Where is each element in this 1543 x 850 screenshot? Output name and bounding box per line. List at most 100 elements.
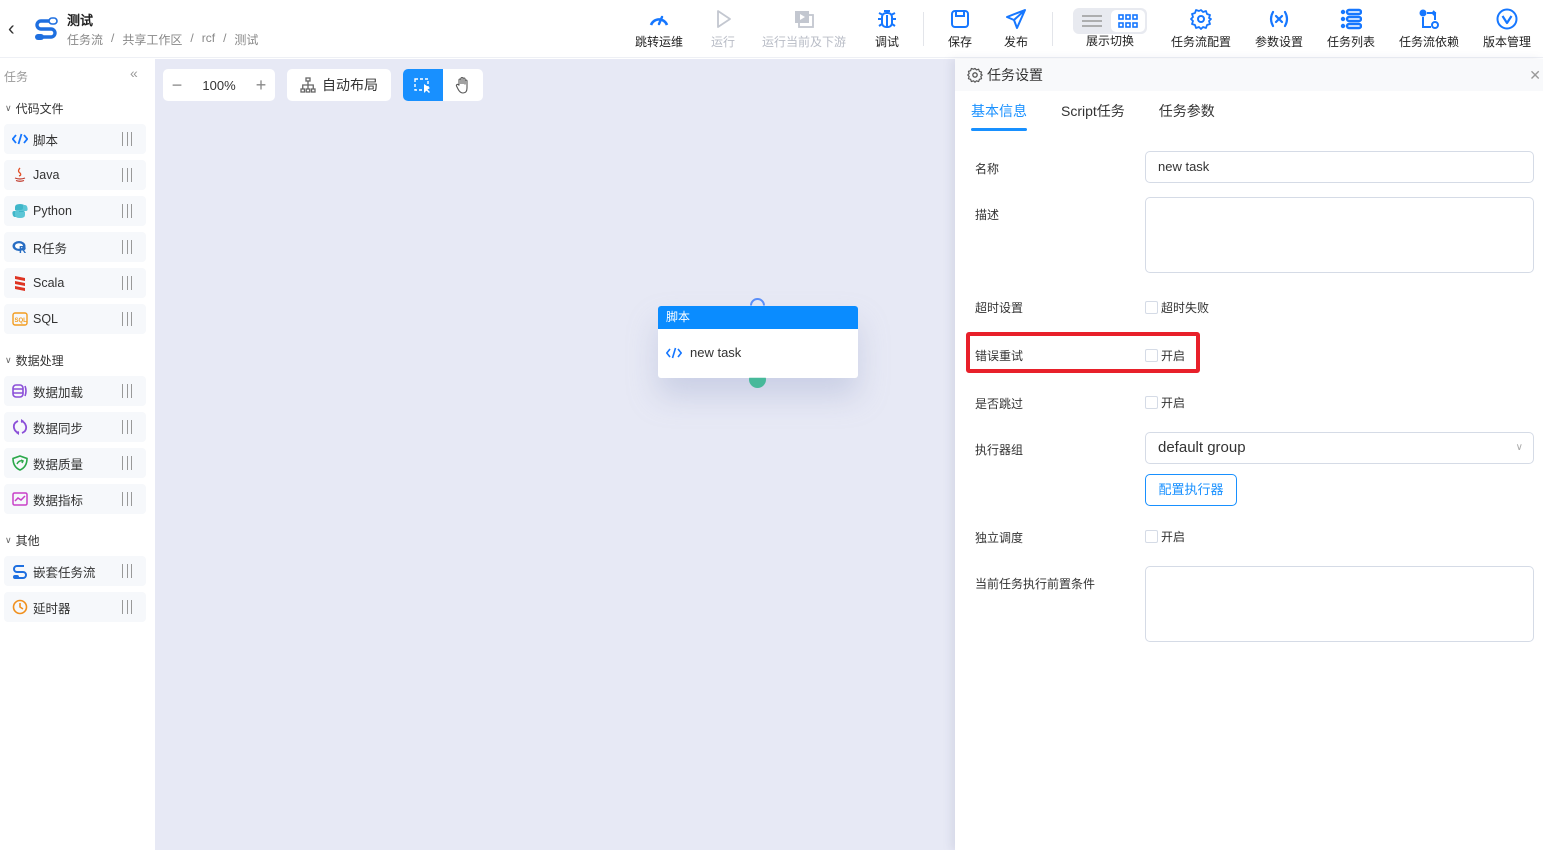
group-code-files[interactable]: ∨ 代码文件 xyxy=(5,100,64,117)
independent-schedule-checkbox[interactable]: 开启 xyxy=(1145,528,1185,545)
canvas-mode-switch xyxy=(403,69,483,101)
display-switch-label: 展示切换 xyxy=(1086,34,1135,48)
executor-group-label: 执行器组 xyxy=(975,443,1024,457)
drag-handle-icon[interactable] xyxy=(122,384,132,398)
flow-canvas[interactable]: − 100% + 自动布局 脚本 new task xyxy=(155,59,955,850)
task-list-button[interactable]: 任务列表 xyxy=(1327,8,1375,50)
sql-icon: SQL xyxy=(12,311,28,327)
publish-button[interactable]: 发布 xyxy=(1004,8,1028,50)
flow-config-button[interactable]: 任务流配置 xyxy=(1171,8,1231,50)
svg-text:R: R xyxy=(19,245,27,254)
drag-handle-icon[interactable] xyxy=(122,456,132,470)
drag-handle-icon[interactable] xyxy=(122,240,132,254)
tab-task-params[interactable]: 任务参数 xyxy=(1159,101,1215,129)
group-data-processing[interactable]: ∨ 数据处理 xyxy=(5,352,64,369)
run-downstream-button[interactable]: 运行当前及下游 xyxy=(762,8,846,50)
breadcrumb: 任务流 / 共享工作区 / rcf / 测试 xyxy=(67,31,258,48)
svg-text:SQL: SQL xyxy=(15,318,28,324)
breadcrumb-item[interactable]: 任务流 xyxy=(67,31,103,48)
zoom-control: − 100% + xyxy=(163,69,275,101)
drag-handle-icon[interactable] xyxy=(122,132,132,146)
breadcrumb-item[interactable]: rcf xyxy=(202,31,215,48)
sidebar-item-delay[interactable]: 延时器 xyxy=(4,592,146,622)
version-management-button[interactable]: 版本管理 xyxy=(1483,8,1531,50)
hierarchy-icon xyxy=(300,77,316,93)
jump-ops-button[interactable]: 跳转运维 xyxy=(635,8,683,50)
timeout-fail-checkbox[interactable]: 超时失败 xyxy=(1145,299,1209,316)
task-sidebar: 任务 « ∨ 代码文件 脚本 Java Python R R任务 Scala SQ… xyxy=(0,59,155,850)
close-icon[interactable]: ✕ xyxy=(1529,67,1541,84)
tab-script-task[interactable]: Script任务 xyxy=(1061,101,1125,129)
executor-group-select[interactable]: default group ∨ xyxy=(1145,432,1534,464)
sidebar-item-nested-flow[interactable]: 嵌套任务流 xyxy=(4,556,146,586)
drag-handle-icon[interactable] xyxy=(122,204,132,218)
collapse-sidebar-icon[interactable]: « xyxy=(130,65,138,81)
timeout-label: 超时设置 xyxy=(975,301,1024,315)
skip-enable-checkbox[interactable]: 开启 xyxy=(1145,394,1185,411)
save-button[interactable]: 保存 xyxy=(948,8,972,50)
flow-logo-icon xyxy=(35,17,58,40)
drag-handle-icon[interactable] xyxy=(122,492,132,506)
run-button[interactable]: 运行 xyxy=(711,8,735,50)
page-title: 测试 xyxy=(67,13,94,28)
grid-icon xyxy=(1118,14,1138,28)
sidebar-item-scala[interactable]: Scala xyxy=(4,268,146,298)
zoom-out-button[interactable]: − xyxy=(163,69,191,101)
grid-view-toggle[interactable] xyxy=(1111,10,1145,32)
zoom-in-button[interactable]: + xyxy=(247,69,275,101)
select-mode-button[interactable] xyxy=(403,69,443,101)
breadcrumb-item: 测试 xyxy=(234,33,259,47)
drag-handle-icon[interactable] xyxy=(122,312,132,326)
task-settings-panel: 任务设置 ✕ 基本信息 Script任务 任务参数 名称 new task 描述… xyxy=(955,59,1543,850)
dependency-icon xyxy=(1419,9,1439,29)
play-icon xyxy=(717,10,731,28)
sidebar-item-data-sync[interactable]: 数据同步 xyxy=(4,412,146,442)
drag-handle-icon[interactable] xyxy=(122,564,132,578)
sync-icon xyxy=(12,419,28,435)
sidebar-item-data-metrics[interactable]: 数据指标 xyxy=(4,484,146,514)
skip-label: 是否跳过 xyxy=(975,397,1024,411)
drag-handle-icon[interactable] xyxy=(122,420,132,434)
chevron-down-icon: ∨ xyxy=(1515,442,1523,453)
python-icon xyxy=(12,203,28,219)
auto-layout-button[interactable]: 自动布局 xyxy=(287,69,391,101)
retry-label: 错误重试 xyxy=(975,349,1024,363)
sidebar-item-data-load[interactable]: 数据加载 xyxy=(4,376,146,406)
scala-icon xyxy=(12,275,28,291)
database-load-icon xyxy=(12,383,28,399)
top-header: ‹ 测试 任务流 / 共享工作区 / rcf / 测试 跳转运维 运行 运行当前… xyxy=(0,0,1543,58)
drag-handle-icon[interactable] xyxy=(122,600,132,614)
task-node[interactable]: 脚本 new task xyxy=(658,298,858,388)
menu-lines-icon xyxy=(1082,15,1102,27)
drag-handle-icon[interactable] xyxy=(122,168,132,182)
java-icon xyxy=(12,167,28,183)
sidebar-item-python[interactable]: Python xyxy=(4,196,146,226)
toolbar-divider xyxy=(923,12,924,46)
flow-dependency-button[interactable]: 任务流依赖 xyxy=(1399,8,1459,50)
drag-handle-icon[interactable] xyxy=(122,276,132,290)
breadcrumb-item[interactable]: 共享工作区 xyxy=(122,31,182,48)
sidebar-item-data-quality[interactable]: 数据质量 xyxy=(4,448,146,478)
param-settings-button[interactable]: 参数设置 xyxy=(1255,8,1303,50)
bug-icon xyxy=(878,10,896,28)
description-textarea[interactable] xyxy=(1145,197,1534,273)
list-view-toggle[interactable] xyxy=(1075,10,1109,32)
configure-executor-button[interactable]: 配置执行器 xyxy=(1145,474,1237,506)
code-icon xyxy=(12,131,28,147)
breadcrumb-separator: / xyxy=(223,31,227,45)
description-label: 描述 xyxy=(975,208,1000,222)
send-icon xyxy=(1006,9,1026,29)
group-other[interactable]: ∨ 其他 xyxy=(5,532,40,549)
pan-mode-button[interactable] xyxy=(443,69,483,101)
sidebar-item-r-task[interactable]: R R任务 xyxy=(4,232,146,262)
sidebar-item-script[interactable]: 脚本 xyxy=(4,124,146,154)
sidebar-item-java[interactable]: Java xyxy=(4,160,146,190)
precondition-textarea[interactable] xyxy=(1145,566,1534,642)
back-button[interactable]: ‹ xyxy=(8,18,24,40)
sidebar-item-sql[interactable]: SQL SQL xyxy=(4,304,146,334)
debug-button[interactable]: 调试 xyxy=(875,8,899,50)
retry-enable-checkbox[interactable]: 开启 xyxy=(1145,347,1185,364)
name-input[interactable]: new task xyxy=(1145,151,1534,183)
node-output-port[interactable] xyxy=(749,377,766,388)
tab-basic-info[interactable]: 基本信息 xyxy=(971,101,1027,131)
